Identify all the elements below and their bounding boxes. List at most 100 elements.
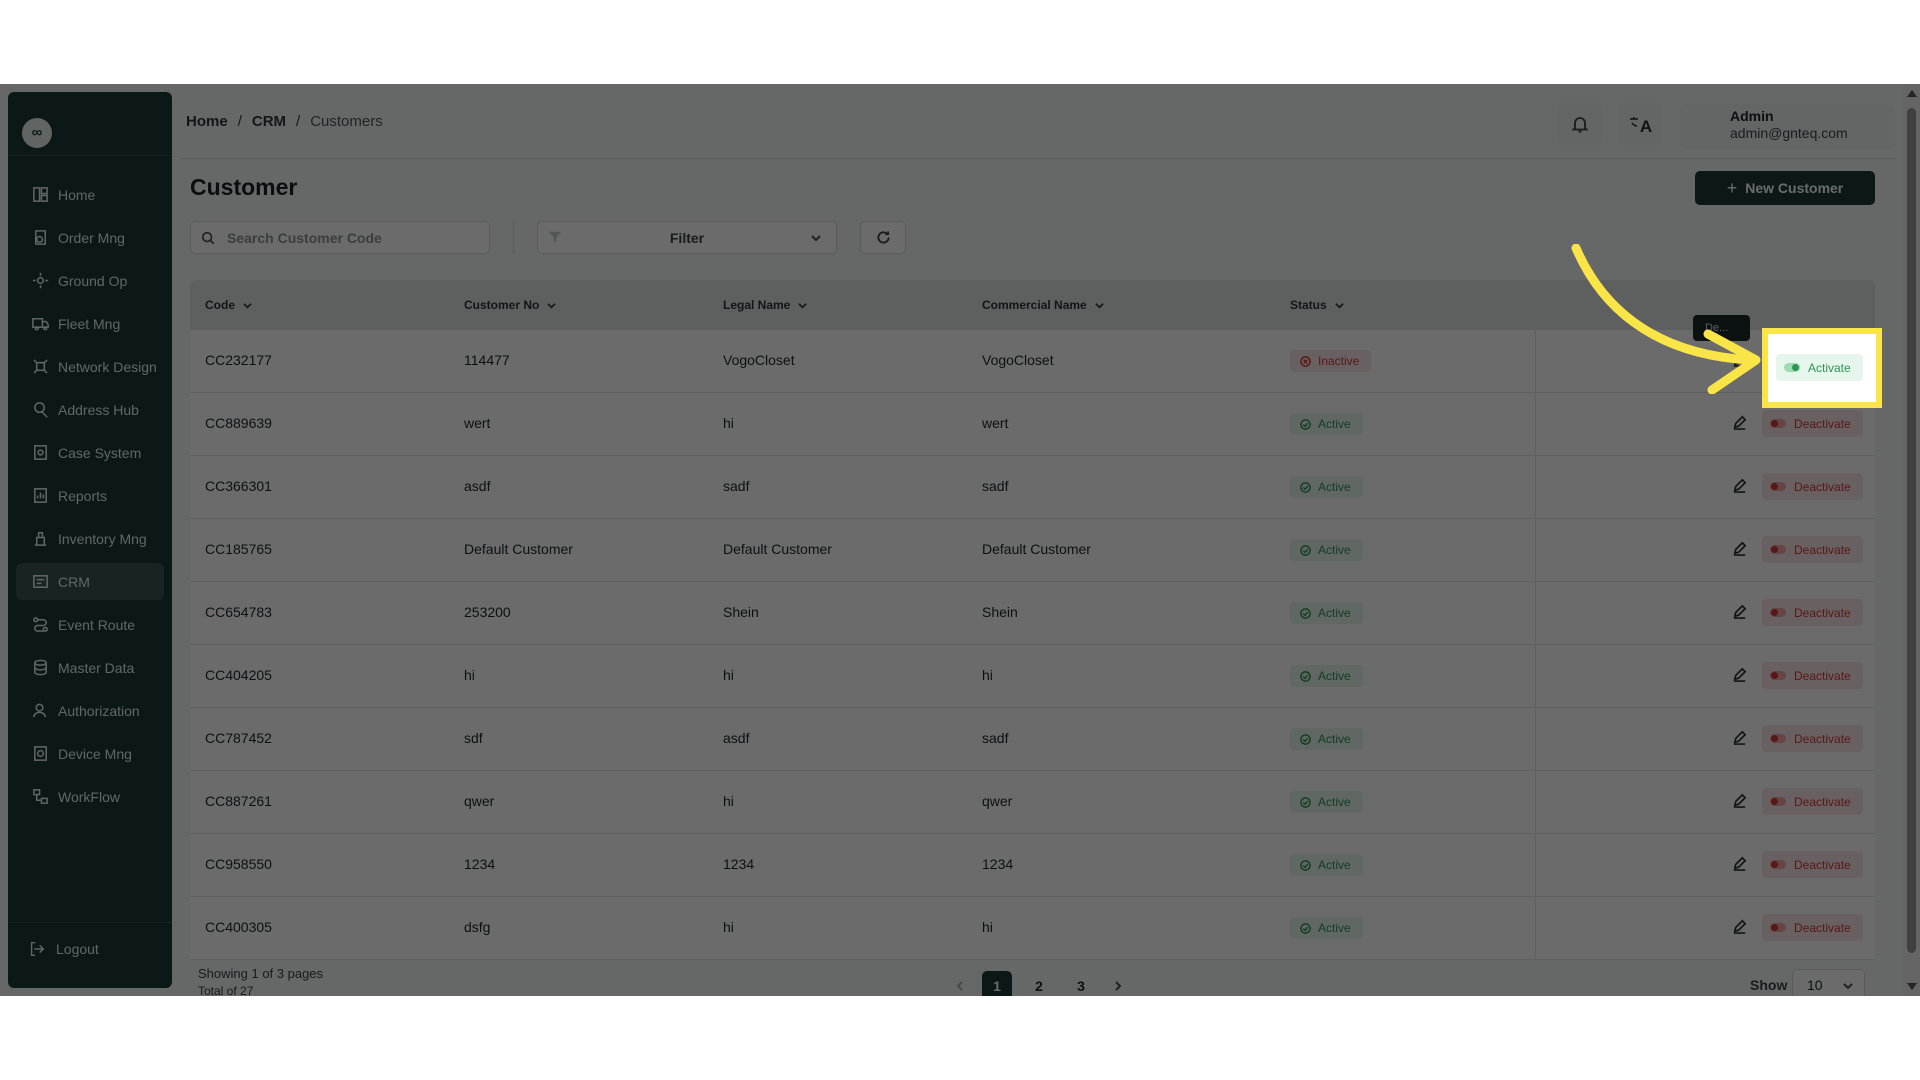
status-label: Active — [1318, 417, 1351, 431]
search-input[interactable] — [227, 229, 467, 246]
pencil-icon — [1733, 730, 1747, 745]
sidebar-item-crm[interactable]: CRM — [16, 563, 164, 600]
cell-customer-no: hi — [464, 667, 475, 683]
column-header-code[interactable]: Code — [205, 298, 252, 312]
column-label: Code — [205, 298, 235, 312]
scroll-up-arrow[interactable] — [1907, 90, 1917, 97]
cell-code: CC185765 — [205, 541, 272, 557]
action-label: Deactivate — [1794, 605, 1851, 620]
cell-customer-no: 1234 — [464, 856, 496, 872]
sidebar-item-reports[interactable]: Reports — [16, 477, 164, 514]
toggle-icon — [1770, 860, 1786, 869]
column-header-status[interactable]: Status — [1290, 298, 1344, 312]
edit-button[interactable] — [1732, 919, 1750, 937]
notifications-button[interactable] — [1558, 102, 1602, 146]
edit-button[interactable] — [1732, 667, 1750, 685]
new-customer-label: New Customer — [1745, 180, 1844, 196]
cell-customer-no: sdf — [464, 730, 483, 746]
sidebar-item-master-data[interactable]: Master Data — [16, 649, 164, 686]
deactivate-button[interactable]: Deactivate — [1762, 788, 1863, 815]
cell-commercial-name: 1234 — [982, 856, 1014, 872]
check-circle-icon — [1300, 796, 1311, 808]
ground-op-icon — [30, 271, 50, 291]
edit-button[interactable] — [1732, 604, 1750, 622]
app-logo[interactable]: ∞ — [22, 118, 52, 148]
column-header-legal-name[interactable]: Legal Name — [723, 298, 808, 312]
status-label: Inactive — [1318, 354, 1360, 368]
filter-dropdown[interactable]: Filter — [537, 221, 837, 254]
pencil-icon — [1733, 919, 1747, 934]
breadcrumb-crm[interactable]: CRM — [252, 113, 286, 130]
logout-icon — [30, 941, 45, 957]
column-header-customer-no[interactable]: Customer No — [464, 298, 557, 312]
column-divider — [1535, 708, 1536, 770]
search-field[interactable] — [190, 221, 490, 254]
language-button[interactable]: A — [1618, 102, 1662, 146]
sidebar-item-network-design[interactable]: Network Design — [16, 348, 164, 385]
sidebar-item-workflow[interactable]: WorkFlow — [16, 778, 164, 815]
breadcrumb-home[interactable]: Home — [186, 113, 228, 130]
check-circle-icon — [1300, 418, 1311, 430]
x-circle-icon — [1300, 355, 1311, 367]
page-button-1[interactable]: 1 — [982, 971, 1012, 996]
cell-commercial-name: sadf — [982, 478, 1009, 494]
edit-button[interactable] — [1732, 793, 1750, 811]
new-customer-button[interactable]: + New Customer — [1695, 171, 1875, 205]
toggle-icon — [1784, 363, 1800, 372]
sidebar-item-home[interactable]: Home — [16, 176, 164, 213]
total-count: Total of 27 — [198, 984, 254, 996]
sidebar-item-label: Master Data — [58, 659, 135, 676]
cell-legal-name: sadf — [723, 478, 750, 494]
sidebar-item-event-route[interactable]: Event Route — [16, 606, 164, 643]
deactivate-button[interactable]: Deactivate — [1762, 851, 1863, 878]
column-divider — [1535, 645, 1536, 707]
page-size-select[interactable]: 10 — [1792, 969, 1865, 996]
status-badge: Active — [1290, 476, 1363, 498]
vertical-scrollbar[interactable] — [1903, 84, 1920, 996]
activate-button-highlighted[interactable]: Activate — [1776, 354, 1863, 381]
page-button-2[interactable]: 2 — [1024, 971, 1054, 996]
sidebar-item-address-hub[interactable]: Address Hub — [16, 391, 164, 428]
cell-customer-no: dsfg — [464, 919, 491, 935]
sidebar-item-label: CRM — [58, 573, 90, 590]
sidebar-item-inventory-mng[interactable]: Inventory Mng — [16, 520, 164, 557]
sidebar-item-device-mng[interactable]: Device Mng — [16, 735, 164, 772]
deactivate-button[interactable]: Deactivate — [1762, 662, 1863, 689]
user-icon — [30, 701, 50, 721]
deactivate-button[interactable]: Deactivate — [1762, 725, 1863, 752]
crm-icon — [30, 572, 50, 592]
sidebar-item-order-mng[interactable]: Order Mng — [16, 219, 164, 256]
prev-page-button[interactable] — [950, 971, 970, 996]
next-page-button[interactable] — [1108, 971, 1128, 996]
column-header-commercial-name[interactable]: Commercial Name — [982, 298, 1104, 312]
deactivate-button[interactable]: Deactivate — [1762, 599, 1863, 626]
chevron-down-icon — [810, 231, 822, 249]
page-button-3[interactable]: 3 — [1066, 971, 1096, 996]
sidebar-item-authorization[interactable]: Authorization — [16, 692, 164, 729]
user-menu[interactable]: Admin admin@gnteq.com — [1680, 104, 1895, 150]
scrollbar-thumb[interactable] — [1907, 108, 1916, 953]
chevron-down-icon — [1334, 302, 1344, 309]
sidebar-item-fleet-mng[interactable]: Fleet Mng — [16, 305, 164, 342]
sidebar-item-case-system[interactable]: Case System — [16, 434, 164, 471]
deactivate-button[interactable]: Deactivate — [1762, 914, 1863, 941]
check-circle-icon — [1300, 481, 1311, 493]
edit-button[interactable] — [1732, 415, 1750, 433]
sidebar-item-label: WorkFlow — [58, 788, 120, 805]
edit-button[interactable] — [1732, 856, 1750, 874]
table-row: CC887261 qwer hi qwer Active Deactivate — [190, 771, 1875, 834]
refresh-button[interactable] — [860, 221, 906, 254]
deactivate-button[interactable]: Deactivate — [1762, 410, 1863, 437]
logout-button[interactable]: Logout — [28, 940, 99, 958]
deactivate-button[interactable]: Deactivate — [1762, 536, 1863, 563]
deactivate-button[interactable]: Deactivate — [1762, 473, 1863, 500]
edit-button[interactable] — [1732, 478, 1750, 496]
edit-button[interactable] — [1732, 730, 1750, 748]
edit-button[interactable] — [1732, 352, 1750, 370]
scroll-down-arrow[interactable] — [1907, 983, 1917, 990]
sidebar-item-ground-op[interactable]: Ground Op — [16, 262, 164, 299]
action-label: Deactivate — [1794, 416, 1851, 431]
sidebar-item-label: Home — [58, 186, 96, 203]
check-circle-icon — [1300, 922, 1311, 934]
edit-button[interactable] — [1732, 541, 1750, 559]
